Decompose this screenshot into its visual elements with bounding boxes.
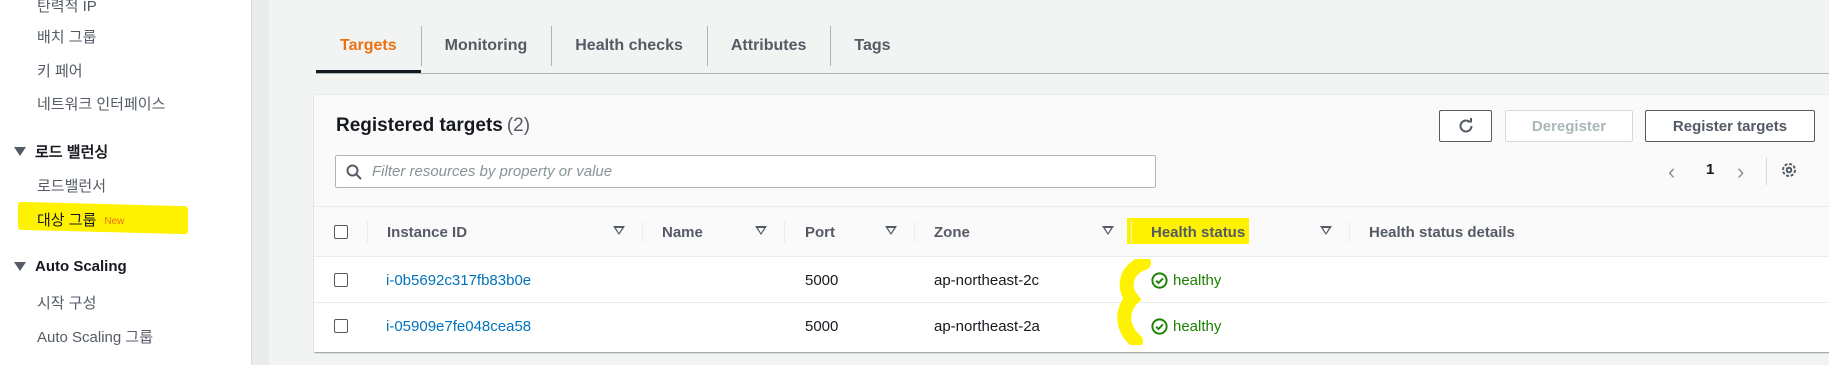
instance-id-link[interactable]: i-0b5692c317fb83b0e: [386, 257, 531, 303]
row-checkbox[interactable]: [334, 319, 348, 333]
refresh-icon: [1459, 118, 1472, 133]
tab-tags[interactable]: Tags: [830, 18, 914, 74]
caret-down-icon: [14, 262, 26, 271]
sidebar-section-label: 로드 밸런싱: [35, 144, 109, 161]
pager-divider: [1766, 157, 1767, 185]
sidebar-item-auto-scaling-groups[interactable]: Auto Scaling 그룹: [37, 326, 153, 347]
table-header: Instance ID Name Port Zone Health status…: [314, 207, 1829, 257]
column-divider: [914, 221, 915, 243]
tab-targets[interactable]: Targets: [316, 18, 421, 74]
sort-icon[interactable]: [755, 226, 767, 235]
tabs-divider: [316, 73, 1829, 74]
sidebar-section-load-balancing[interactable]: 로드 밸런싱: [14, 141, 108, 162]
register-targets-button[interactable]: Register targets: [1645, 110, 1815, 142]
deregister-button[interactable]: Deregister: [1505, 110, 1633, 142]
chevron-right-icon[interactable]: ›: [1737, 159, 1744, 185]
chevron-left-icon[interactable]: ‹: [1668, 159, 1675, 185]
panel-title: Registered targets (2): [336, 115, 530, 137]
filter-box[interactable]: [335, 155, 1156, 188]
health-status-cell: healthy: [1151, 257, 1221, 303]
sidebar-item-elastic-ip[interactable]: 탄력적 IP: [37, 0, 97, 16]
column-divider: [784, 221, 785, 243]
sort-icon[interactable]: [885, 226, 897, 235]
instance-id-link[interactable]: i-05909e7fe048cea58: [386, 303, 531, 349]
table-row[interactable]: i-0b5692c317fb83b0e 5000 ap-northeast-2c…: [314, 257, 1829, 303]
port-cell: 5000: [805, 271, 839, 289]
page-number[interactable]: 1: [1706, 161, 1714, 178]
select-all-checkbox[interactable]: [334, 225, 348, 239]
sidebar-scrollbar[interactable]: [251, 0, 269, 365]
caret-down-icon: [14, 147, 26, 156]
panel-count: (2): [506, 115, 531, 136]
health-status: healthy: [1151, 272, 1221, 289]
sidebar-section-auto-scaling[interactable]: Auto Scaling: [14, 258, 127, 275]
column-divider: [367, 221, 368, 243]
refresh-button[interactable]: [1439, 110, 1492, 142]
column-header-name[interactable]: Name: [662, 207, 703, 257]
sidebar-section-label: Auto Scaling: [35, 258, 127, 275]
main-content: Targets Monitoring Health checks Attribu…: [269, 0, 1829, 365]
sort-icon[interactable]: [1320, 226, 1332, 235]
tab-health-checks[interactable]: Health checks: [551, 18, 707, 74]
column-header-instance-id[interactable]: Instance ID: [387, 207, 467, 257]
highlight-marker: [1117, 259, 1151, 345]
health-status-text: healthy: [1173, 271, 1222, 289]
zone-cell: ap-northeast-2a: [934, 317, 1040, 335]
sidebar-item-key-pairs[interactable]: 키 페어: [37, 60, 83, 81]
health-status-cell: healthy: [1151, 303, 1221, 349]
sidebar-item-placement-groups[interactable]: 배치 그룹: [37, 26, 96, 47]
sidebar-item-label: 대상 그룹: [37, 212, 97, 229]
table-row[interactable]: i-05909e7fe048cea58 5000 ap-northeast-2a…: [314, 303, 1829, 349]
sidebar-item-launch-configurations[interactable]: 시작 구성: [37, 292, 96, 313]
column-header-port[interactable]: Port: [805, 207, 835, 257]
tab-attributes[interactable]: Attributes: [706, 18, 831, 74]
column-divider: [642, 221, 643, 243]
row-checkbox[interactable]: [334, 273, 348, 287]
column-header-health-status[interactable]: Health status: [1151, 207, 1245, 257]
sidebar-item-load-balancers[interactable]: 로드밸런서: [37, 175, 106, 196]
tab-bar: Targets Monitoring Health checks Attribu…: [316, 18, 915, 74]
column-divider: [1349, 221, 1350, 243]
column-divider: [1131, 221, 1132, 243]
filter-input[interactable]: [372, 163, 1132, 180]
health-status: healthy: [1151, 318, 1221, 335]
search-icon: [346, 164, 362, 180]
gear-icon[interactable]: [1780, 161, 1798, 179]
panel-title-text: Registered targets: [336, 115, 503, 136]
new-badge: New: [104, 215, 125, 227]
sort-icon[interactable]: [613, 226, 625, 235]
port-cell: 5000: [805, 317, 839, 335]
sort-icon[interactable]: [1102, 226, 1114, 235]
registered-targets-panel: Registered targets (2) Deregister Registe…: [314, 94, 1829, 352]
sidebar: 탄력적 IP 배치 그룹 키 페어 네트워크 인터페이스 로드 밸런싱 로드밸런…: [0, 0, 251, 365]
zone-cell: ap-northeast-2c: [934, 271, 1040, 289]
panel-header: Registered targets (2) Deregister Registe…: [314, 95, 1829, 207]
column-header-health-status-details[interactable]: Health status details: [1369, 207, 1515, 257]
health-status-text: healthy: [1173, 317, 1222, 335]
column-header-zone[interactable]: Zone: [934, 207, 970, 257]
sidebar-item-network-interfaces[interactable]: 네트워크 인터페이스: [37, 93, 165, 114]
tab-monitoring[interactable]: Monitoring: [420, 18, 552, 74]
sidebar-item-target-groups[interactable]: 대상 그룹 New: [37, 209, 124, 230]
